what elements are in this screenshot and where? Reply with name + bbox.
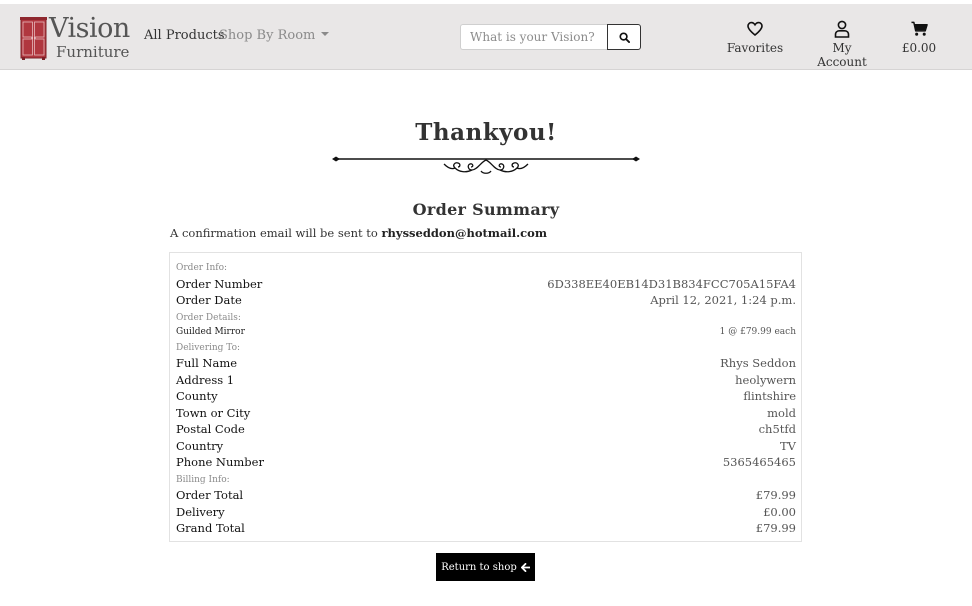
section-delivering-to: Delivering To: (176, 343, 241, 353)
row-order-number: Order Number 6D338EE40EB14D31B834FCC705A… (176, 277, 796, 293)
country-label: Country (176, 439, 224, 453)
order-number-label: Order Number (176, 277, 263, 291)
order-number-value: 6D338EE40EB14D31B834FCC705A15FA4 (547, 277, 796, 291)
search-icon (618, 31, 630, 43)
town-label: Town or City (176, 406, 251, 420)
row-address-1: Address 1 heolywern (176, 373, 796, 389)
grand-total-value: £79.99 (755, 521, 796, 535)
row-order-total: Order Total £79.99 (176, 488, 796, 504)
section-billing-info: Billing Info: (176, 475, 230, 485)
nav-shop-by-room[interactable]: Shop By Room (219, 28, 330, 44)
my-account-link[interactable]: My Account (806, 20, 878, 69)
grand-total-label: Grand Total (176, 521, 245, 535)
row-grand-total: Grand Total £79.99 (176, 521, 796, 537)
heart-icon (747, 21, 763, 37)
row-order-date: Order Date April 12, 2021, 1:24 p.m. (176, 293, 796, 309)
row-delivery: Delivery £0.00 (176, 505, 796, 521)
full-name-value: Rhys Seddon (720, 356, 796, 370)
row-country: Country TV (176, 439, 796, 455)
postal-code-value: ch5tfd (758, 422, 796, 436)
row-order-item: Guilded Mirror 1 @ £79.99 each (176, 327, 796, 343)
return-to-shop-label: Return to shop (441, 561, 517, 573)
section-order-info: Order Info: (176, 263, 228, 273)
item-quantity: 1 @ £79.99 each (719, 327, 796, 337)
row-county: County flintshire (176, 389, 796, 405)
phone-label: Phone Number (176, 455, 264, 469)
cart-link[interactable]: £0.00 (898, 20, 940, 55)
county-label: County (176, 389, 218, 403)
search-form (460, 24, 641, 50)
confirmation-email: rhysseddon@hotmail.com (381, 226, 548, 240)
search-button[interactable] (607, 24, 641, 50)
chevron-down-icon (321, 32, 330, 36)
order-date-value: April 12, 2021, 1:24 p.m. (650, 293, 796, 307)
town-value: mold (767, 406, 796, 420)
row-postal-code: Postal Code ch5tfd (176, 422, 796, 438)
county-value: flintshire (743, 389, 796, 403)
search-input[interactable] (460, 24, 607, 50)
row-full-name: Full Name Rhys Seddon (176, 356, 796, 372)
section-order-details: Order Details: (176, 313, 241, 323)
order-total-value: £79.99 (755, 488, 796, 502)
full-name-label: Full Name (176, 356, 238, 370)
address-1-value: heolywern (735, 373, 796, 387)
arrow-left-icon (520, 562, 530, 572)
address-1-label: Address 1 (176, 373, 235, 387)
postal-code-label: Postal Code (176, 422, 245, 436)
brand-name-top: Vision (49, 13, 130, 44)
confirmation-text: A confirmation email will be sent to (170, 226, 382, 240)
ornamental-divider (332, 156, 640, 174)
item-name: Guilded Mirror (176, 327, 245, 337)
order-total-label: Order Total (176, 488, 244, 502)
brand-name-bottom: Furniture (56, 43, 130, 61)
cart-icon (910, 21, 928, 36)
return-to-shop-button[interactable]: Return to shop (436, 553, 535, 581)
favorites-link[interactable]: Favorites (726, 20, 784, 55)
user-icon (834, 20, 850, 38)
row-phone: Phone Number 5365465465 (176, 455, 796, 471)
nav-all-products[interactable]: All Products (144, 28, 225, 44)
delivery-label: Delivery (176, 505, 225, 519)
confirmation-message: A confirmation email will be sent to rhy… (170, 226, 547, 240)
favorites-label: Favorites (726, 41, 784, 55)
cart-total: £0.00 (901, 41, 937, 55)
row-town: Town or City mold (176, 406, 796, 422)
phone-value: 5365465465 (722, 455, 796, 469)
wardrobe-logo-icon (20, 17, 47, 60)
my-account-label: My Account (817, 41, 867, 69)
country-value: TV (780, 439, 796, 453)
page-title: Thankyou! (415, 119, 557, 146)
nav-shop-by-room-label: Shop By Room (219, 28, 316, 43)
brand-logo[interactable]: Vision Furniture (20, 13, 130, 62)
order-summary-card: Order Info: Order Number 6D338EE40EB14D3… (169, 252, 802, 542)
order-date-label: Order Date (176, 293, 242, 307)
delivery-value: £0.00 (763, 505, 796, 519)
navbar: Vision Furniture All Products Shop By Ro… (0, 4, 972, 70)
order-summary-title: Order Summary (412, 200, 560, 219)
